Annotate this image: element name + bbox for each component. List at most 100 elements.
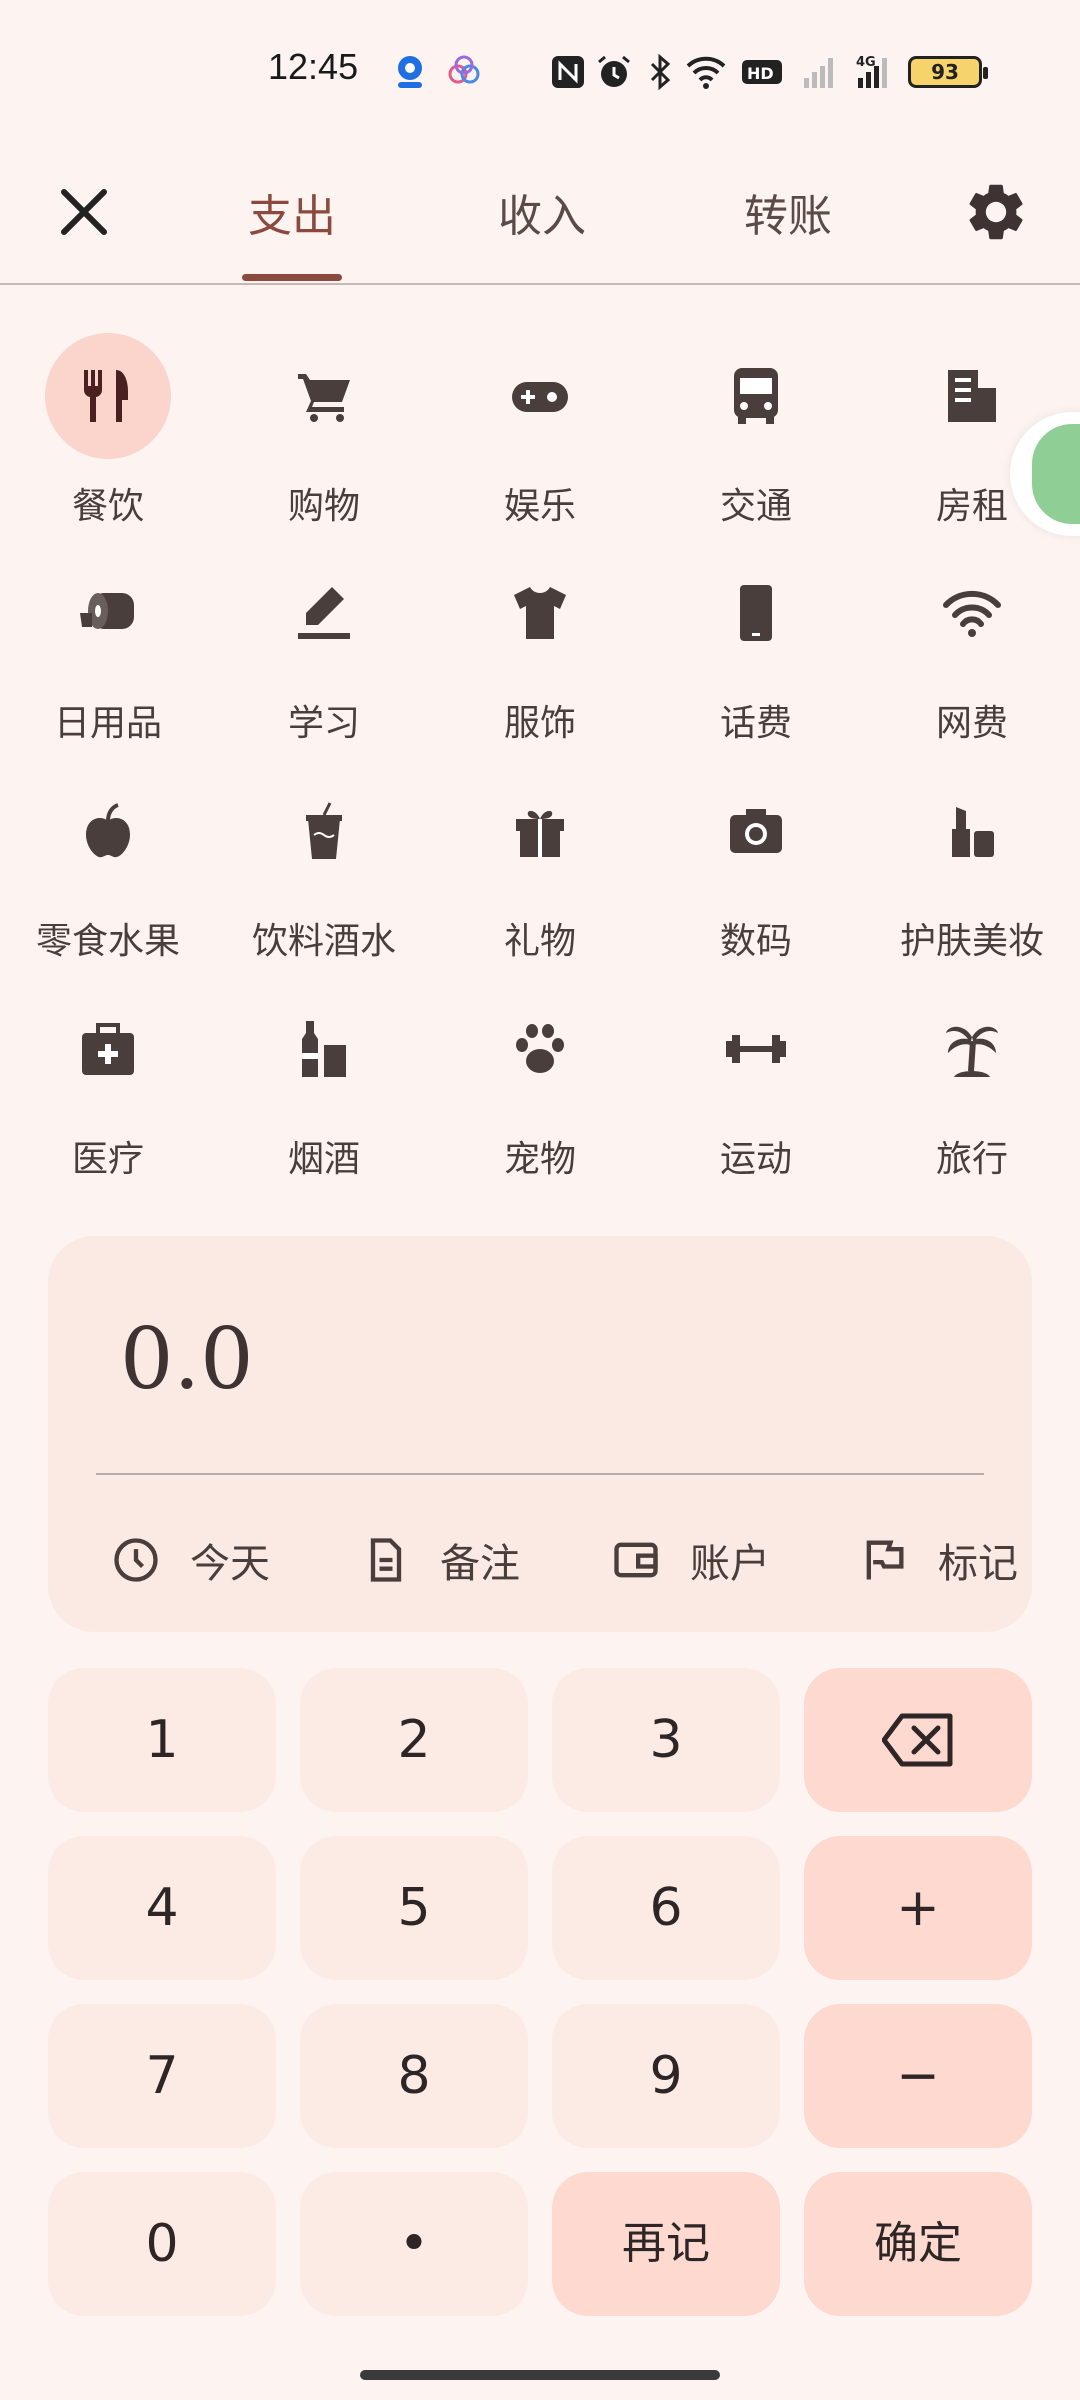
category-phone-bill[interactable]: 话费 — [648, 550, 864, 760]
palm-tree-icon — [946, 1026, 998, 1077]
key-3[interactable]: 3 — [552, 1668, 780, 1812]
key-1[interactable]: 1 — [48, 1668, 276, 1812]
category-label: 护肤美妆 — [899, 921, 1044, 962]
app-notification-icon-2 — [448, 55, 480, 84]
signal-icon — [804, 58, 833, 88]
category-pet[interactable]: 宠物 — [432, 986, 648, 1196]
category-label: 宠物 — [503, 1139, 576, 1180]
key-4[interactable]: 4 — [48, 1836, 276, 1980]
category-label: 网费 — [935, 703, 1008, 744]
category-label: 服饰 — [503, 703, 576, 744]
svg-text:HD: HD — [747, 64, 774, 83]
tag-label: 标记 — [938, 1541, 1018, 1587]
category-drinks[interactable]: 饮料酒水 — [216, 768, 432, 978]
svg-text:4G: 4G — [856, 55, 876, 70]
category-medical[interactable]: 医疗 — [0, 986, 216, 1196]
home-indicator[interactable] — [360, 2370, 720, 2380]
key-7[interactable]: 7 — [48, 2004, 276, 2148]
category-label: 交通 — [719, 486, 792, 527]
phone-icon — [740, 585, 772, 641]
bus-icon — [734, 368, 778, 424]
medkit-icon — [82, 1023, 134, 1075]
category-label: 烟酒 — [287, 1139, 360, 1180]
tshirt-icon — [514, 587, 566, 639]
date-selector[interactable]: 今天 — [110, 1530, 270, 1590]
gamepad-icon — [512, 382, 568, 412]
note-selector[interactable]: 备注 — [360, 1530, 520, 1590]
settings-gear-icon[interactable] — [962, 178, 1030, 246]
hd-icon: HD — [742, 60, 782, 84]
category-label: 旅行 — [935, 1139, 1008, 1180]
lipstick-icon — [952, 807, 994, 857]
battery-indicator: 93 — [908, 56, 988, 88]
bottle-icon — [302, 1021, 346, 1077]
nfc-icon — [552, 56, 584, 88]
category-sport[interactable]: 运动 — [648, 986, 864, 1196]
category-label: 餐饮 — [71, 486, 144, 527]
category-study[interactable]: 学习 — [216, 550, 432, 760]
category-shopping[interactable]: 购物 — [216, 333, 432, 543]
key-decimal[interactable]: • — [300, 2172, 528, 2316]
confirm-button[interactable]: 确定 — [804, 2172, 1032, 2316]
minus-button[interactable]: − — [804, 2004, 1032, 2148]
camera-icon — [730, 809, 782, 853]
category-daily[interactable]: 日用品 — [0, 550, 216, 760]
bluetooth-icon — [650, 53, 671, 91]
amount-display: 0.0 — [120, 1310, 254, 1408]
category-travel[interactable]: 旅行 — [864, 986, 1080, 1196]
tag-selector[interactable]: 标记 — [858, 1530, 1022, 1590]
category-label: 医疗 — [71, 1139, 144, 1180]
dumbbell-icon — [726, 1035, 786, 1063]
backspace-icon — [882, 1713, 953, 1767]
gift-icon — [516, 810, 564, 857]
category-dining[interactable]: 餐饮 — [0, 333, 216, 543]
key-6[interactable]: 6 — [552, 1836, 780, 1980]
floating-bubble-handle — [1032, 424, 1080, 524]
flag-icon — [866, 1540, 904, 1580]
category-label: 零食水果 — [35, 921, 180, 962]
plus-button[interactable]: + — [804, 1836, 1032, 1980]
backspace-button[interactable] — [804, 1668, 1032, 1812]
key-5[interactable]: 5 — [300, 1836, 528, 1980]
record-again-button[interactable]: 再记 — [552, 2172, 780, 2316]
category-label: 话费 — [719, 703, 792, 744]
tab-transfer[interactable]: 转账 — [708, 180, 868, 244]
clock-icon — [114, 1538, 158, 1582]
category-gift[interactable]: 礼物 — [432, 768, 648, 978]
category-label: 饮料酒水 — [251, 921, 396, 962]
category-internet[interactable]: 网费 — [864, 550, 1080, 760]
category-label: 数码 — [719, 921, 792, 962]
key-2[interactable]: 2 — [300, 1668, 528, 1812]
account-selector[interactable]: 账户 — [610, 1530, 770, 1590]
4g-signal-icon: 4G — [856, 55, 887, 88]
account-label: 账户 — [690, 1541, 770, 1587]
category-label: 运动 — [719, 1139, 792, 1180]
note-label: 备注 — [440, 1541, 520, 1587]
category-label: 日用品 — [53, 703, 162, 744]
category-label: 购物 — [287, 486, 360, 527]
tab-income[interactable]: 收入 — [462, 180, 622, 244]
document-icon — [370, 1538, 402, 1582]
toilet-paper-icon — [80, 593, 134, 629]
wallet-icon — [614, 1542, 658, 1578]
category-beauty[interactable]: 护肤美妆 — [864, 768, 1080, 978]
key-0[interactable]: 0 — [48, 2172, 276, 2316]
category-clothing[interactable]: 服饰 — [432, 550, 648, 760]
date-label: 今天 — [190, 1541, 270, 1587]
building-icon — [948, 370, 996, 422]
close-button[interactable] — [54, 182, 114, 242]
category-transport[interactable]: 交通 — [648, 333, 864, 543]
key-9[interactable]: 9 — [552, 2004, 780, 2148]
category-label: 礼物 — [503, 921, 576, 962]
tab-expense[interactable]: 支出 — [212, 180, 372, 244]
cup-icon — [306, 802, 342, 859]
category-tobacco-alcohol[interactable]: 烟酒 — [216, 986, 432, 1196]
wifi-icon — [686, 56, 726, 89]
app-notification-icon — [398, 56, 422, 88]
category-digital[interactable]: 数码 — [648, 768, 864, 978]
category-entertainment[interactable]: 娱乐 — [432, 333, 648, 543]
category-snacks[interactable]: 零食水果 — [0, 768, 216, 978]
utensils-icon — [83, 370, 128, 422]
amount-divider — [96, 1473, 984, 1475]
key-8[interactable]: 8 — [300, 2004, 528, 2148]
